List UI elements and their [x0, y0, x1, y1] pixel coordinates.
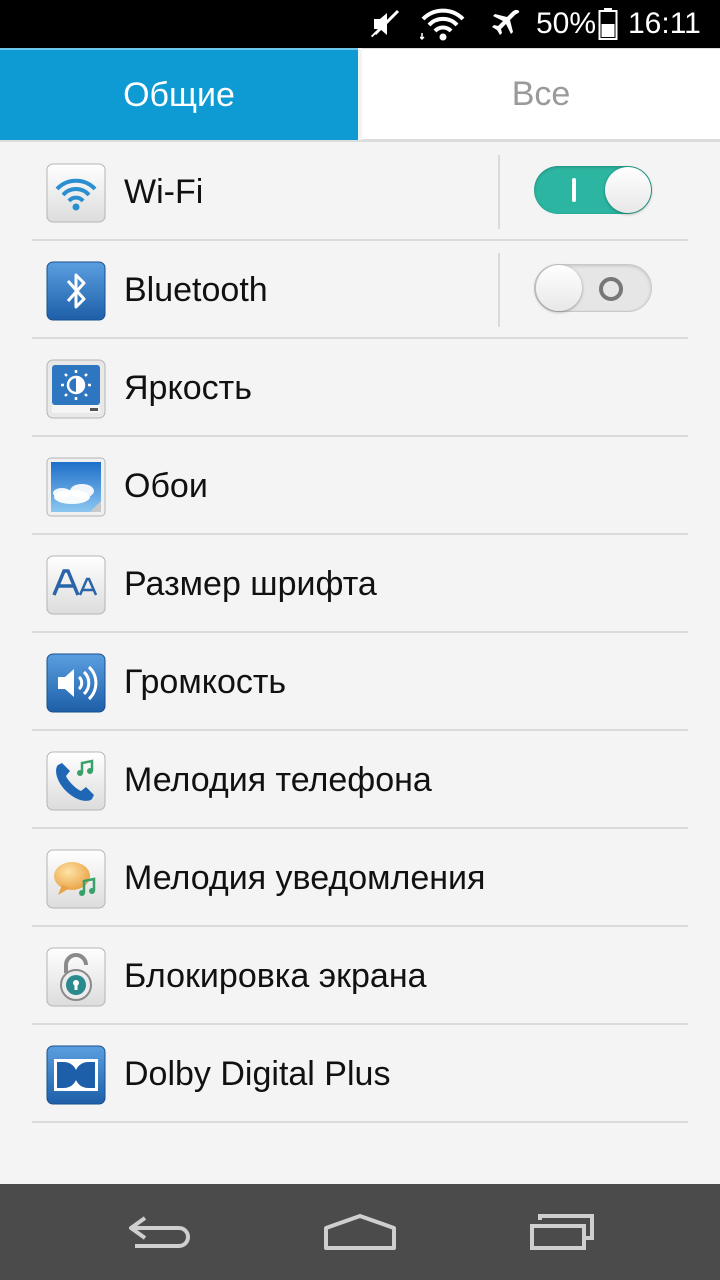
navigation-bar	[0, 1184, 720, 1280]
status-bar: 50% 16:11	[0, 0, 720, 48]
notification-sound-icon	[46, 849, 106, 909]
home-icon	[324, 1214, 396, 1250]
font-size-icon	[46, 555, 106, 615]
mute-icon	[368, 0, 406, 48]
settings-row-notification-sound[interactable]: Мелодия уведомления	[32, 829, 688, 927]
settings-row-label: Обои	[124, 466, 208, 505]
bluetooth-toggle[interactable]	[534, 264, 652, 312]
settings-row-bluetooth[interactable]: Bluetooth	[32, 241, 688, 339]
battery-percent: 50%	[536, 7, 597, 40]
settings-row-screen-lock[interactable]: Блокировка экрана	[32, 927, 688, 1025]
tab-general[interactable]: Общие	[0, 48, 358, 140]
ringtone-icon	[46, 751, 106, 811]
back-button[interactable]	[90, 1184, 230, 1280]
bluetooth-icon	[46, 261, 106, 321]
toggle-knob	[536, 265, 582, 311]
settings-row-wifi[interactable]: Wi-Fi	[32, 143, 688, 241]
toggle-off-mark	[599, 277, 623, 301]
airplane-mode-icon	[490, 0, 526, 48]
settings-row-label: Wi-Fi	[124, 172, 204, 211]
settings-row-label: Мелодия уведомления	[124, 858, 486, 897]
brightness-icon	[46, 359, 106, 419]
row-divider	[498, 155, 500, 229]
tab-bar: Общие Все	[0, 48, 720, 142]
back-icon	[129, 1216, 190, 1248]
home-button[interactable]	[290, 1184, 430, 1280]
settings-row-volume[interactable]: Громкость	[32, 633, 688, 731]
toggle-on-mark	[572, 178, 576, 202]
row-divider	[498, 253, 500, 327]
tab-all[interactable]: Все	[362, 48, 720, 140]
settings-row-wallpaper[interactable]: Обои	[32, 437, 688, 535]
wallpaper-icon	[46, 457, 106, 517]
recent-apps-icon	[530, 1214, 594, 1250]
settings-row-label: Dolby Digital Plus	[124, 1054, 391, 1093]
settings-row-label: Громкость	[124, 662, 287, 701]
toggle-knob	[605, 167, 651, 213]
tab-divider	[0, 140, 720, 142]
volume-icon	[46, 653, 106, 713]
settings-row-label: Мелодия телефона	[124, 760, 432, 799]
battery-icon	[598, 0, 620, 48]
settings-row-label: Яркость	[124, 368, 252, 407]
settings-row-label: Блокировка экрана	[124, 956, 427, 995]
settings-row-dolby[interactable]: Dolby Digital Plus	[32, 1025, 688, 1123]
dolby-icon	[46, 1045, 106, 1105]
wifi-icon	[420, 0, 470, 48]
clock: 16:11	[628, 7, 701, 40]
settings-row-label: Размер шрифта	[124, 564, 377, 603]
wifi-settings-icon	[46, 163, 106, 223]
settings-row-label: Bluetooth	[124, 270, 268, 309]
settings-row-ringtone[interactable]: Мелодия телефона	[32, 731, 688, 829]
screen-lock-icon	[46, 947, 106, 1007]
recent-apps-button[interactable]	[492, 1184, 632, 1280]
settings-row-font-size[interactable]: Размер шрифта	[32, 535, 688, 633]
wifi-toggle[interactable]	[534, 166, 652, 214]
settings-row-brightness[interactable]: Яркость	[32, 339, 688, 437]
settings-list: Wi-Fi Bluetooth Яркость Обои Размер шриф…	[32, 143, 688, 1123]
